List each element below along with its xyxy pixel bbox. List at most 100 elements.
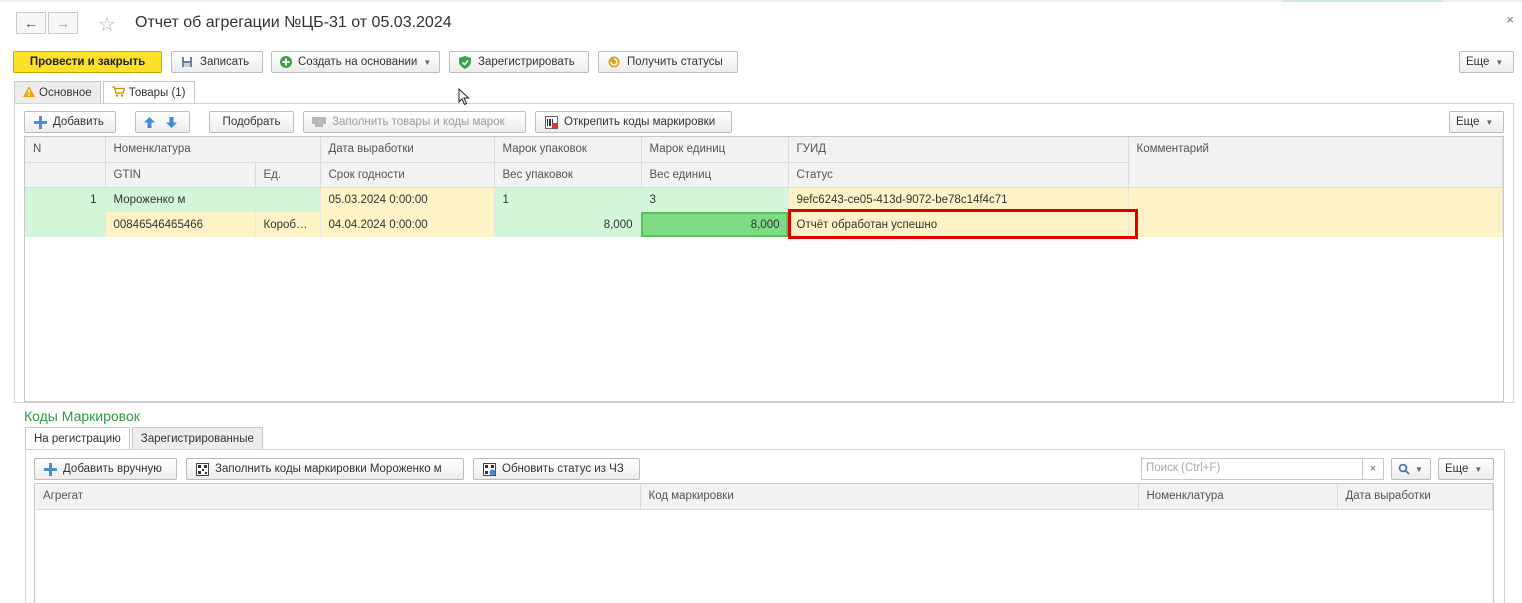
form-tabs: Основное Товары (1) (14, 81, 197, 104)
cell-pack-marks[interactable]: 1 (494, 187, 642, 212)
col-header-production-date[interactable]: Дата выработки (320, 137, 495, 163)
tab-registered-label: Зарегистрированные (140, 432, 254, 445)
register-button[interactable]: Зарегистрировать (449, 51, 589, 73)
goods-table: N Номенклатура Дата выработки Марок упак… (24, 136, 1504, 402)
cart-icon (111, 86, 126, 100)
marking-more-label: Еще (1445, 463, 1469, 475)
col-header-pack-weight[interactable]: Вес упаковок (494, 162, 642, 188)
plus-icon (43, 462, 57, 476)
unpin-codes-icon (544, 115, 558, 129)
cell-expiry[interactable]: 04.04.2024 0:00:00 (320, 212, 495, 237)
row-number: 1 (25, 187, 106, 212)
mouse-cursor-icon (458, 87, 470, 109)
marking-tabs: На регистрацию Зарегистрированные (25, 427, 265, 450)
cell-production-date[interactable]: 05.03.2024 0:00:00 (320, 187, 495, 212)
pick-button[interactable]: Подобрать (209, 111, 294, 133)
qr-refresh-icon (482, 462, 496, 476)
search-input[interactable]: Поиск (Ctrl+F) (1141, 458, 1363, 480)
more-button[interactable]: Еще ▼ (1459, 51, 1514, 73)
arrow-up-icon[interactable] (142, 115, 156, 129)
pick-label: Подобрать (222, 116, 281, 128)
col-header-marking-nomenclature[interactable]: Номенклатура (1138, 484, 1338, 510)
plus-icon (33, 115, 47, 129)
favorite-star-icon[interactable]: ☆ (98, 12, 116, 37)
magnifier-icon (1397, 462, 1411, 476)
add-manual-button[interactable]: Добавить вручную (34, 458, 177, 480)
unpin-codes-button[interactable]: Открепить коды маркировки (535, 111, 732, 133)
tab-to-register[interactable]: На регистрацию (25, 427, 130, 450)
search-options-button[interactable]: ▼ (1391, 458, 1431, 480)
tab-main-label: Основное (39, 86, 92, 99)
cell-gtin[interactable]: 00846546465466 (105, 212, 256, 237)
marking-table: Агрегат Код маркировки Номенклатура Дата… (34, 483, 1494, 603)
col-header-status[interactable]: Статус (788, 162, 1129, 188)
close-icon[interactable]: × (1506, 12, 1514, 27)
floppy-disk-icon (180, 55, 194, 69)
cell-comment-empty[interactable] (1128, 212, 1503, 237)
fill-marking-codes-button[interactable]: Заполнить коды маркировки Мороженко м (186, 458, 464, 480)
col-header-n[interactable]: N (25, 137, 106, 163)
add-manual-label: Добавить вручную (63, 463, 162, 475)
chevron-down-icon: ▼ (1485, 117, 1494, 127)
col-header-pack-marks[interactable]: Марок упаковок (494, 137, 642, 163)
back-arrow-icon: ← (24, 15, 38, 31)
cell-nomenclature[interactable]: Мороженко м (105, 187, 321, 212)
forward-arrow-icon: → (56, 15, 70, 31)
marking-more-button[interactable]: Еще ▼ (1438, 458, 1494, 480)
status-highlight-box (788, 209, 1138, 239)
post-and-close-button[interactable]: Провести и закрыть (13, 51, 162, 73)
col-header-unit-weight[interactable]: Вес единиц (641, 162, 789, 188)
col-header-unit[interactable]: Ед. (255, 162, 321, 188)
save-label: Записать (200, 56, 250, 68)
col-header-expiry[interactable]: Срок годности (320, 162, 495, 188)
cell-unit-weight[interactable]: 8,000 (641, 212, 789, 237)
col-header-marking-code[interactable]: Код маркировки (640, 484, 1139, 510)
register-label: Зарегистрировать (478, 56, 575, 68)
back-button[interactable]: ← (16, 12, 46, 34)
tab-goods[interactable]: Товары (1) (102, 81, 195, 104)
tab-goods-label: Товары (1) (128, 87, 186, 99)
more-label: Еще (1466, 56, 1490, 68)
clear-search-icon[interactable]: × (1362, 458, 1384, 480)
post-and-close-label: Провести и закрыть (29, 56, 146, 68)
warning-icon (23, 85, 35, 100)
col-header-unit-marks[interactable]: Марок единиц (641, 137, 789, 163)
col-header-aggregate[interactable]: Агрегат (35, 484, 641, 510)
add-label: Добавить (53, 116, 104, 128)
create-based-on-button[interactable]: Создать на основании ▼ (271, 51, 440, 73)
save-button[interactable]: Записать (171, 51, 263, 73)
table-row[interactable]: 00846546465466 Короб… 04.04.2024 0:00:00… (25, 212, 1503, 237)
unpin-codes-label: Открепить коды маркировки (564, 116, 716, 128)
col-header-comment[interactable]: Комментарий (1128, 137, 1503, 188)
fill-goods-codes-button[interactable]: Заполнить товары и коды марок (303, 111, 526, 133)
get-statuses-button[interactable]: Получить статусы (598, 51, 738, 73)
arrow-down-icon[interactable] (164, 115, 178, 129)
cell-comment[interactable] (1128, 187, 1503, 212)
col-header-guid[interactable]: ГУИД (788, 137, 1129, 163)
col-header-gtin[interactable]: GTIN (105, 162, 256, 188)
col-header-nomenclature[interactable]: Номенклатура (105, 137, 321, 163)
qr-code-icon (195, 462, 209, 476)
fill-goods-codes-label: Заполнить товары и коды марок (332, 116, 505, 128)
update-status-button[interactable]: Обновить статус из ЧЗ (473, 458, 640, 480)
col-header-marking-production-date[interactable]: Дата выработки (1337, 484, 1493, 510)
refresh-icon (607, 55, 621, 69)
goods-more-button[interactable]: Еще ▼ (1449, 111, 1504, 133)
shield-icon (458, 55, 472, 69)
goods-more-label: Еще (1456, 116, 1480, 128)
table-row[interactable]: 1 Мороженко м 05.03.2024 0:00:00 1 3 9ef… (25, 187, 1503, 212)
tab-main[interactable]: Основное (14, 81, 101, 103)
forward-button[interactable]: → (48, 12, 78, 34)
get-statuses-label: Получить статусы (627, 56, 723, 68)
cell-pack-weight[interactable]: 8,000 (494, 212, 642, 237)
cell-unit-marks[interactable]: 3 (641, 187, 789, 212)
add-button[interactable]: Добавить (24, 111, 116, 133)
chevron-down-icon: ▼ (423, 57, 432, 67)
tab-registered[interactable]: Зарегистрированные (131, 427, 263, 449)
update-status-label: Обновить статус из ЧЗ (502, 463, 624, 475)
move-buttons (135, 111, 190, 133)
row-number-empty (25, 212, 106, 237)
cell-unit[interactable]: Короб… (255, 212, 321, 237)
marking-section-title: Коды Маркировок (24, 408, 140, 424)
col-header-n-empty (25, 162, 106, 188)
